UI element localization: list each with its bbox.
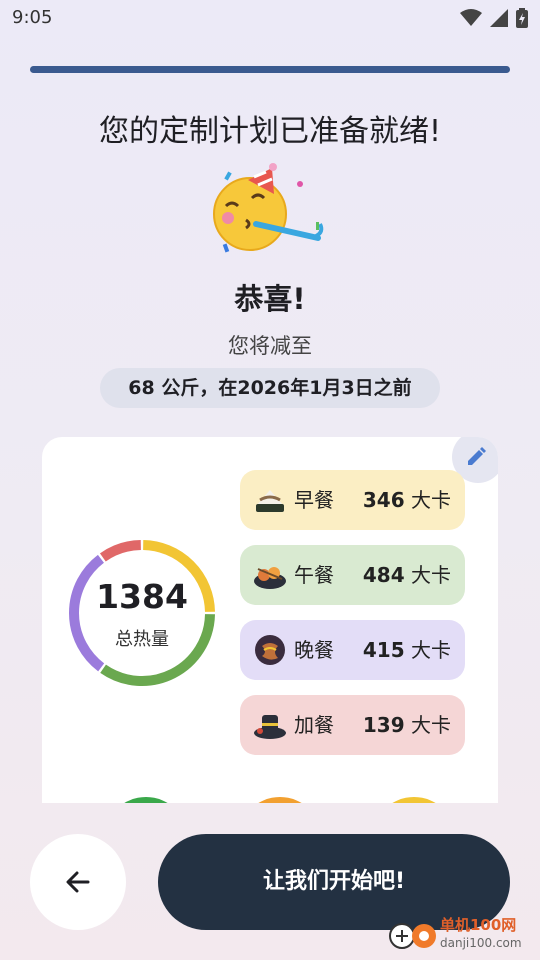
meal-kcal: 484 大卡: [362, 563, 451, 587]
pencil-icon: [468, 447, 486, 465]
status-bar: 9:05: [0, 0, 540, 36]
meal-kcal: 139 大卡: [362, 713, 451, 737]
watermark-url: danji100.com: [440, 936, 522, 950]
onigiri-icon: [256, 490, 284, 512]
wifi-icon: [460, 9, 482, 26]
meal-kcal: 346 大卡: [362, 488, 451, 512]
meal-card-dinner[interactable]: 晚餐 415 大卡: [240, 620, 465, 680]
snack-bowl-icon: [254, 715, 286, 739]
macro-ring-peek: [104, 797, 188, 803]
macro-ring-peek: [372, 797, 456, 803]
watermark-logo-icon: [389, 923, 436, 949]
meal-name: 早餐: [294, 488, 334, 512]
meal-card-breakfast[interactable]: 早餐 346 大卡: [240, 470, 465, 530]
meal-name: 加餐: [294, 713, 334, 737]
status-time: 9:05: [12, 7, 53, 28]
battery-icon: [516, 8, 528, 28]
onboarding-progress-bar: [30, 66, 510, 73]
curry-icon: [255, 635, 285, 665]
congrats-heading: 恭喜!: [234, 282, 306, 316]
back-button[interactable]: [30, 834, 126, 930]
total-calories-value: 1384: [96, 577, 188, 616]
watermark: 单机100网 danji100.com: [388, 912, 538, 958]
meal-name: 午餐: [294, 563, 334, 587]
meal-kcal: 415 大卡: [362, 638, 451, 662]
meal-card-lunch[interactable]: 午餐 484 大卡: [240, 545, 465, 605]
progress-fill: [30, 66, 510, 73]
macro-ring-peek: [238, 797, 322, 803]
watermark-text: 单机100网: [440, 916, 517, 934]
meal-name: 晚餐: [294, 638, 334, 662]
total-calories-label: 总热量: [115, 629, 169, 650]
bento-icon: [254, 567, 286, 589]
goal-subtitle: 您将减至: [228, 334, 312, 358]
arrow-left-icon: [66, 871, 90, 893]
page-title: 您的定制计划已准备就绪!: [98, 114, 442, 149]
goal-pill: 68 公斤，在2026年1月3日之前: [100, 368, 440, 408]
donut-segment-3: [99, 540, 142, 562]
party-face-icon: [213, 163, 324, 253]
cell-signal-icon: [490, 9, 508, 27]
plan-card: 1384 总热量 早餐 346 大卡 午餐 484 大卡 晚餐 415 大卡 加…: [42, 437, 498, 803]
meal-card-snack[interactable]: 加餐 139 大卡: [240, 695, 465, 755]
status-icons: [460, 8, 528, 28]
